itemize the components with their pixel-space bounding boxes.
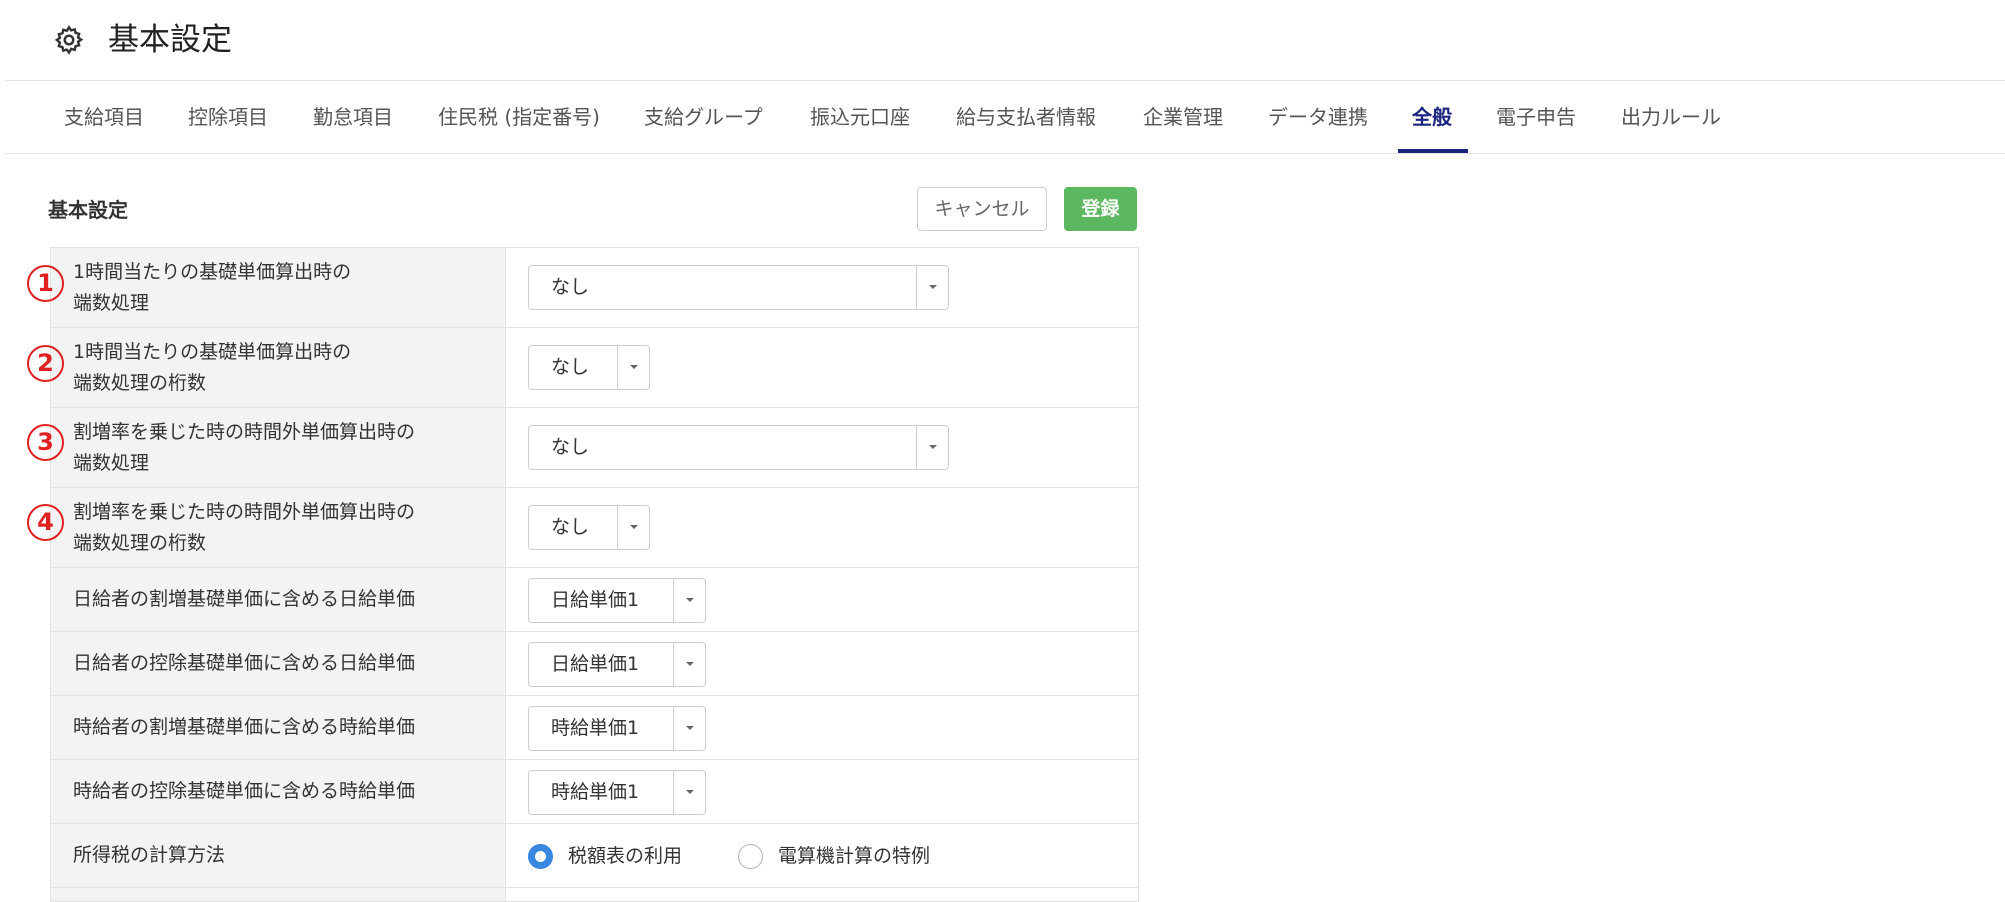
tab-payment-items[interactable]: 支給項目	[64, 81, 144, 153]
setting-row: 1時間当たりの基礎単価算出時の 端数処理の桁数 なし	[51, 328, 1138, 408]
setting-label: 時給者の割増基礎単価に含める時給単価	[73, 716, 416, 738]
setting-row-partial	[51, 888, 1138, 902]
annotation-marker: 3	[27, 424, 64, 461]
annotation-marker: 2	[27, 345, 64, 382]
select-value: 日給単価1	[551, 589, 640, 611]
setting-label: 割増率を乗じた時の時間外単価算出時の 端数処理	[73, 421, 416, 474]
hourly-premium-rate-select[interactable]: 時給単価1	[528, 706, 706, 751]
tab-resident-tax[interactable]: 住民税 (指定番号)	[438, 81, 600, 153]
daily-deduction-rate-select[interactable]: 日給単価1	[528, 642, 706, 687]
caret-down-icon	[630, 365, 638, 369]
caret-down-icon	[929, 445, 937, 449]
rounding-digits-select[interactable]: なし	[528, 345, 650, 390]
tab-divider	[5, 153, 2005, 154]
select-value: なし	[551, 516, 590, 538]
tab-general[interactable]: 全般	[1412, 81, 1452, 153]
setting-row: 日給者の割増基礎単価に含める日給単価 日給単価1	[51, 568, 1138, 632]
radio-selected-icon	[528, 844, 553, 869]
caret-down-icon	[686, 662, 694, 666]
setting-row: 所得税の計算方法 税額表の利用 電算機計算の特例	[51, 824, 1138, 888]
caret-down-icon	[630, 525, 638, 529]
annotation-marker: 1	[27, 265, 64, 302]
setting-label: 1時間当たりの基礎単価算出時の 端数処理の桁数	[73, 341, 352, 394]
select-value: 日給単価1	[551, 653, 640, 675]
section-title: 基本設定	[48, 198, 128, 222]
tab-bar: 支給項目 控除項目 勤怠項目 住民税 (指定番号) 支給グループ 振込元口座 給…	[0, 81, 2005, 153]
tab-e-filing[interactable]: 電子申告	[1496, 81, 1576, 153]
setting-row: 時給者の控除基礎単価に含める時給単価 時給単価1	[51, 760, 1138, 824]
select-value: なし	[551, 436, 590, 458]
caret-down-icon	[686, 790, 694, 794]
gear-icon	[54, 25, 84, 55]
tab-payer-info[interactable]: 給与支払者情報	[956, 81, 1096, 153]
radio-unselected-icon	[738, 844, 763, 869]
setting-label: 時給者の控除基礎単価に含める時給単価	[73, 780, 416, 802]
caret-down-icon	[929, 285, 937, 289]
setting-label: 日給者の割増基礎単価に含める日給単価	[73, 588, 416, 610]
setting-row: 割増率を乗じた時の時間外単価算出時の 端数処理の桁数 なし	[51, 488, 1138, 568]
tab-data-integration[interactable]: データ連携	[1268, 81, 1368, 153]
overtime-rounding-digits-select[interactable]: なし	[528, 505, 650, 550]
setting-label: 所得税の計算方法	[73, 844, 226, 866]
select-value: なし	[551, 356, 590, 378]
caret-down-icon	[686, 598, 694, 602]
settings-form: 1時間当たりの基礎単価算出時の 端数処理 なし 1時間当たりの基礎単価算出時の …	[50, 247, 1139, 902]
setting-row: 時給者の割増基礎単価に含める時給単価 時給単価1	[51, 696, 1138, 760]
setting-row: 1時間当たりの基礎単価算出時の 端数処理 なし	[51, 248, 1138, 328]
select-value: 時給単価1	[551, 781, 640, 803]
rounding-select[interactable]: なし	[528, 265, 949, 310]
tab-attendance-items[interactable]: 勤怠項目	[313, 81, 393, 153]
caret-down-icon	[686, 726, 694, 730]
annotation-marker: 4	[27, 504, 64, 541]
page-header: 基本設定	[0, 0, 2005, 80]
tab-transfer-account[interactable]: 振込元口座	[810, 81, 910, 153]
setting-label: 割増率を乗じた時の時間外単価算出時の 端数処理の桁数	[73, 501, 416, 554]
tab-company-management[interactable]: 企業管理	[1143, 81, 1223, 153]
setting-row: 日給者の控除基礎単価に含める日給単価 日給単価1	[51, 632, 1138, 696]
cancel-button[interactable]: キャンセル	[917, 187, 1047, 231]
tab-output-rules[interactable]: 出力ルール	[1621, 81, 1721, 153]
setting-label: 日給者の控除基礎単価に含める日給単価	[73, 652, 416, 674]
tab-deduction-items[interactable]: 控除項目	[188, 81, 268, 153]
select-value: なし	[551, 276, 590, 298]
hourly-deduction-rate-select[interactable]: 時給単価1	[528, 770, 706, 815]
overtime-rounding-select[interactable]: なし	[528, 425, 949, 470]
tab-payment-group[interactable]: 支給グループ	[644, 81, 763, 153]
select-value: 時給単価1	[551, 717, 640, 739]
register-button[interactable]: 登録	[1064, 187, 1137, 231]
daily-premium-rate-select[interactable]: 日給単価1	[528, 578, 706, 623]
page-title: 基本設定	[108, 22, 232, 58]
setting-row: 割増率を乗じた時の時間外単価算出時の 端数処理 なし	[51, 408, 1138, 488]
setting-label: 1時間当たりの基礎単価算出時の 端数処理	[73, 261, 352, 314]
